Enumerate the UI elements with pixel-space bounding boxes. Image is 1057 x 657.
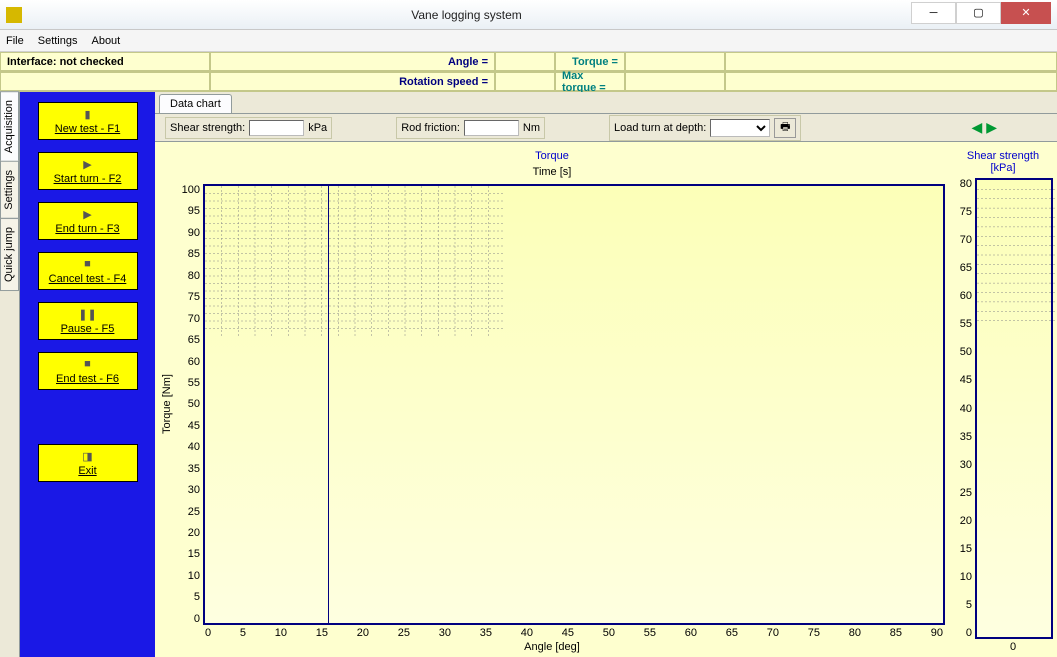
side-plot-area[interactable]: [975, 178, 1053, 639]
load-turn-label: Load turn at depth:: [614, 122, 706, 134]
load-turn-select[interactable]: [710, 119, 770, 137]
print-button[interactable]: 🖶: [774, 118, 796, 138]
main-chart: Torque Time [s] Torque [Nm] 100959085807…: [159, 150, 945, 653]
new-test-button[interactable]: ▮ New test - F1: [38, 102, 138, 140]
arrow-right-icon[interactable]: ▶: [986, 119, 997, 136]
rod-friction-label: Rod friction:: [401, 122, 460, 134]
shear-strength-group: Shear strength: kPa: [165, 117, 332, 139]
exit-button[interactable]: ◨ Exit: [38, 444, 138, 482]
x-axis-ticks: 051015202530354045505560657075808590: [159, 627, 945, 639]
rotspeed-label: Rotation speed =: [399, 76, 488, 88]
vtab-quickjump[interactable]: Quick jump: [0, 218, 19, 291]
new-test-label: New test - F1: [55, 123, 120, 135]
chart-title: Torque: [535, 150, 569, 162]
y-axis-ticks: 1009590858075706560555045403530252015105…: [175, 184, 203, 625]
shear-strength-unit: kPa: [308, 122, 327, 134]
end-test-button[interactable]: ■ End test - F6: [38, 352, 138, 390]
content-area: Data chart Shear strength: kPa Rod frict…: [155, 92, 1057, 657]
side-y-axis-ticks: 80757065605550454035302520151050: [953, 178, 975, 639]
angle-value: [495, 52, 555, 71]
vtab-settings[interactable]: Settings: [0, 161, 19, 219]
rod-friction-input[interactable]: [464, 120, 519, 136]
exit-icon: ◨: [81, 449, 95, 463]
rod-friction-unit: Nm: [523, 122, 540, 134]
y-axis-label: Torque [Nm]: [159, 184, 175, 625]
app-icon: [6, 7, 22, 23]
angle-label: Angle =: [448, 56, 488, 68]
load-turn-group: Load turn at depth: 🖶: [609, 115, 801, 141]
rotspeed-value: [495, 72, 555, 91]
shear-strength-label: Shear strength:: [170, 122, 245, 134]
play-icon: ▶: [81, 157, 95, 171]
side-chart-grid: [977, 180, 1057, 330]
chart-subtitle: Time [s]: [533, 166, 572, 178]
menu-settings[interactable]: Settings: [38, 35, 78, 47]
pause-button[interactable]: ❚❚ Pause - F5: [38, 302, 138, 340]
pause-label: Pause - F5: [61, 323, 115, 335]
vtab-acquisition[interactable]: Acquisition: [0, 91, 19, 162]
end-test-label: End test - F6: [56, 373, 119, 385]
close-button[interactable]: ✕: [1001, 2, 1051, 24]
x-axis-label: Angle [deg]: [159, 641, 945, 653]
plot-area[interactable]: [203, 184, 945, 625]
tab-data-chart[interactable]: Data chart: [159, 94, 232, 113]
vertical-tabs: Acquisition Settings Quick jump: [0, 92, 20, 657]
start-turn-label: Start turn - F2: [54, 173, 122, 185]
tab-strip: Data chart: [155, 92, 1057, 114]
printer-icon: 🖶: [780, 118, 790, 137]
cancel-test-label: Cancel test - F4: [49, 273, 127, 285]
maxtorque-label: Max torque =: [562, 70, 618, 94]
side-panel: ▮ New test - F1 ▶ Start turn - F2 ▶ End tur…: [20, 92, 155, 657]
start-turn-button[interactable]: ▶ Start turn - F2: [38, 152, 138, 190]
play-icon: ▶: [81, 207, 95, 221]
main-area: Acquisition Settings Quick jump ▮ New tes…: [0, 92, 1057, 657]
end-turn-label: End turn - F3: [55, 223, 119, 235]
maximize-button[interactable]: ▢: [956, 2, 1001, 24]
stop-icon: ■: [81, 257, 95, 271]
window-buttons: ─ ▢ ✕: [911, 6, 1051, 24]
status-empty-2: [0, 72, 210, 91]
status-row-1: Interface: not checked Angle = Torque =: [0, 52, 1057, 72]
nav-arrows: ◀ ▶: [971, 119, 997, 136]
interface-status: Interface: not checked: [0, 52, 210, 71]
maxtorque-value: [625, 72, 725, 91]
shear-strength-input[interactable]: [249, 120, 304, 136]
status-row-2: Rotation speed = Max torque =: [0, 72, 1057, 92]
chart-cursor: [328, 186, 329, 623]
stop-icon: ■: [81, 357, 95, 371]
arrow-left-icon[interactable]: ◀: [971, 119, 982, 136]
cancel-test-button[interactable]: ■ Cancel test - F4: [38, 252, 138, 290]
fields-row: Shear strength: kPa Rod friction: Nm Loa…: [155, 114, 1057, 142]
chart-grid: [205, 186, 505, 336]
new-test-icon: ▮: [81, 107, 95, 121]
end-turn-button[interactable]: ▶ End turn - F3: [38, 202, 138, 240]
menu-about[interactable]: About: [91, 35, 120, 47]
status-empty-3: [725, 72, 1057, 91]
side-chart-title: Shear strength [kPa]: [953, 150, 1053, 174]
exit-label: Exit: [78, 465, 96, 477]
menu-bar: File Settings About: [0, 30, 1057, 52]
pause-icon: ❚❚: [81, 307, 95, 321]
rod-friction-group: Rod friction: Nm: [396, 117, 545, 139]
side-chart: Shear strength [kPa] 8075706560555045403…: [953, 150, 1053, 653]
chart-zone: Torque Time [s] Torque [Nm] 100959085807…: [155, 142, 1057, 657]
status-empty-1: [725, 52, 1057, 71]
minimize-button[interactable]: ─: [911, 2, 956, 24]
side-x-axis-ticks: 0: [953, 641, 1053, 653]
title-bar: Vane logging system ─ ▢ ✕: [0, 0, 1057, 30]
menu-file[interactable]: File: [6, 35, 24, 47]
window-title: Vane logging system: [22, 8, 911, 22]
torque-value: [625, 52, 725, 71]
torque-label: Torque =: [572, 56, 618, 68]
